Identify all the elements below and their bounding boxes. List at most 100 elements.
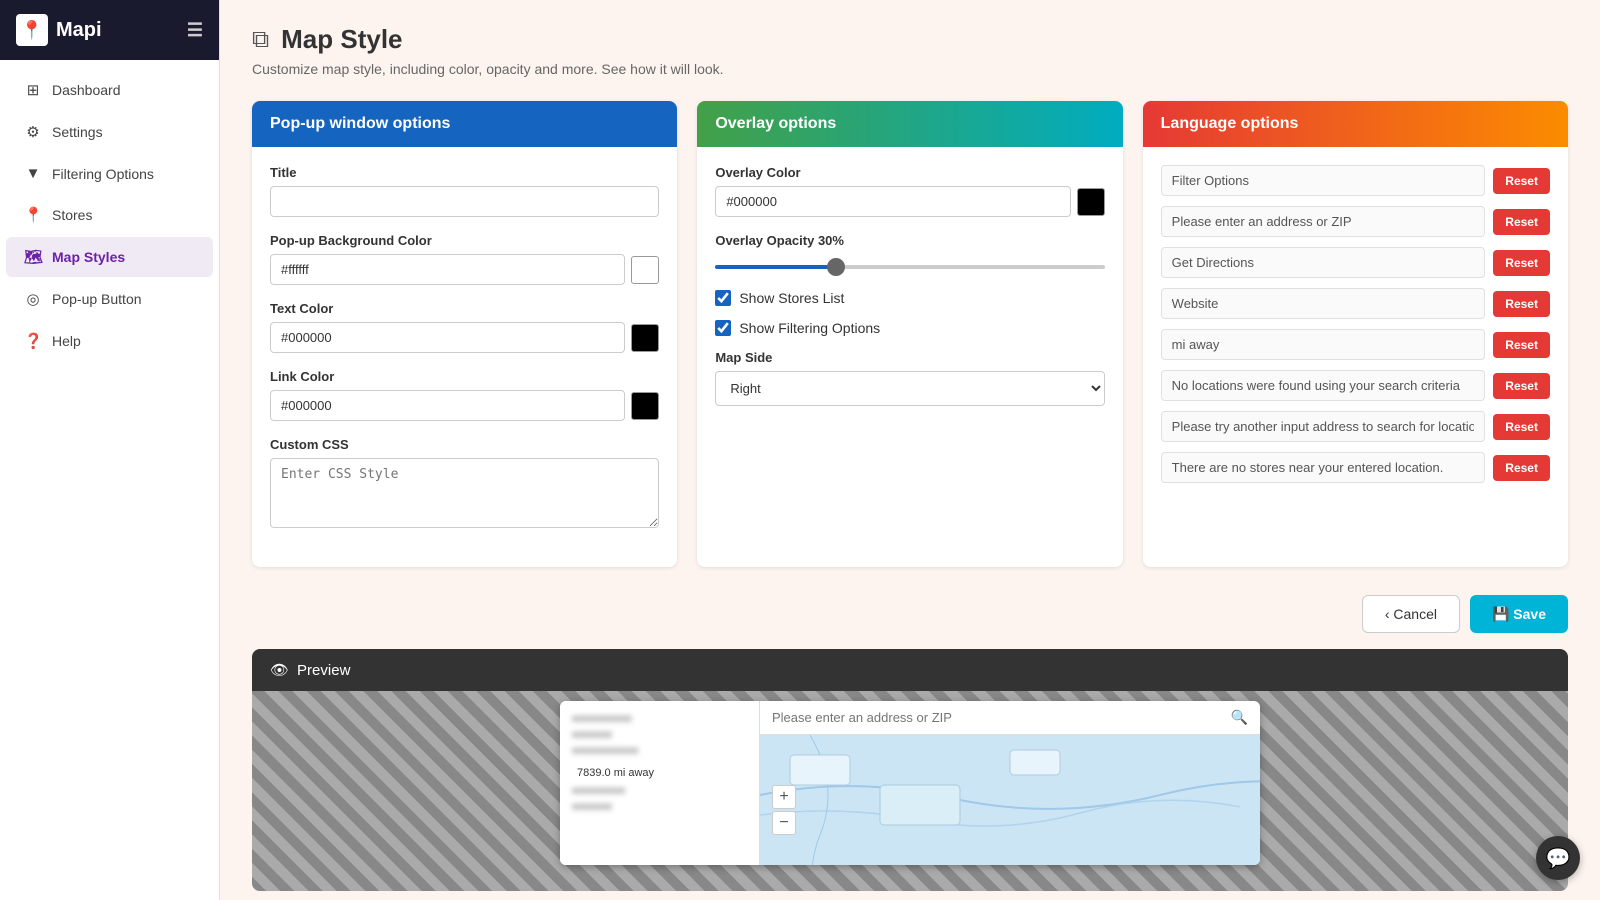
map-side-label: Map Side <box>715 350 1104 365</box>
map-styles-icon: 🗺 <box>24 248 42 266</box>
map-search-bar: 🔍 <box>760 701 1260 735</box>
help-icon: ❓ <box>24 332 42 350</box>
map-tiles-area: + − <box>760 735 1260 865</box>
text-color-field-group: Text Color <box>270 301 659 353</box>
lang-input-filter-options[interactable] <box>1161 165 1486 196</box>
chat-bubble[interactable]: 💬 <box>1536 836 1580 880</box>
reset-button-get-directions[interactable]: Reset <box>1493 250 1550 276</box>
overlay-color-label: Overlay Color <box>715 165 1104 180</box>
lang-input-try-another[interactable] <box>1161 411 1486 442</box>
sidebar-item-popup-button[interactable]: ◎ Pop-up Button <box>6 279 213 319</box>
sidebar-item-label: Dashboard <box>52 82 121 98</box>
text-color-label: Text Color <box>270 301 659 316</box>
save-button[interactable]: 💾 Save <box>1470 595 1568 633</box>
popup-button-icon: ◎ <box>24 290 42 308</box>
overlay-color-field-group: Overlay Color <box>715 165 1104 217</box>
logo-icon: 📍 <box>16 14 48 46</box>
map-side-field-group: Map Side Left Right <box>715 350 1104 406</box>
cards-row: Pop-up window options Title Pop-up Backg… <box>220 89 1600 583</box>
sidebar-item-dashboard[interactable]: ⊞ Dashboard <box>6 70 213 110</box>
show-stores-list-row: Show Stores List <box>715 290 1104 306</box>
opacity-slider[interactable] <box>715 265 1104 269</box>
reset-button-website[interactable]: Reset <box>1493 291 1550 317</box>
popup-window-card: Pop-up window options Title Pop-up Backg… <box>252 101 677 567</box>
reset-button-mi-away[interactable]: Reset <box>1493 332 1550 358</box>
preview-body: ■■■■■■■■■ ■■■■■■ ■■■■■■■■■■ 7839.0 mi aw… <box>252 691 1568 891</box>
title-field-group: Title <box>270 165 659 217</box>
show-stores-list-checkbox[interactable] <box>715 290 731 306</box>
sidebar-item-filtering-options[interactable]: ▼ Filtering Options <box>6 154 213 193</box>
map-distance: 7839.0 mi away <box>572 765 747 781</box>
map-svg <box>760 735 1260 865</box>
bg-color-input[interactable] <box>270 254 625 285</box>
zoom-out-button[interactable]: − <box>772 811 796 835</box>
sidebar-nav: ⊞ Dashboard ⚙ Settings ▼ Filtering Optio… <box>0 60 219 900</box>
store-item-2: ■■■■■■ <box>572 729 747 741</box>
preview-title: Preview <box>297 662 350 679</box>
bg-color-field-group: Pop-up Background Color <box>270 233 659 285</box>
opacity-label: Overlay Opacity 30% <box>715 233 1104 248</box>
popup-window-card-title: Pop-up window options <box>270 115 450 132</box>
link-color-label: Link Color <box>270 369 659 384</box>
lang-row-enter-address: Reset <box>1161 206 1550 237</box>
lang-row-mi-away: Reset <box>1161 329 1550 360</box>
lang-input-no-locations[interactable] <box>1161 370 1486 401</box>
lang-input-no-stores-near[interactable] <box>1161 452 1486 483</box>
lang-input-website[interactable] <box>1161 288 1486 319</box>
map-side-select[interactable]: Left Right <box>715 371 1104 406</box>
custom-css-label: Custom CSS <box>270 437 659 452</box>
lang-input-get-directions[interactable] <box>1161 247 1486 278</box>
show-filtering-options-label: Show Filtering Options <box>739 320 880 336</box>
hamburger-menu[interactable]: ☰ <box>187 20 203 41</box>
reset-button-try-another[interactable]: Reset <box>1493 414 1550 440</box>
sidebar-item-settings[interactable]: ⚙ Settings <box>6 112 213 152</box>
preview-eye-icon: 👁 <box>270 661 289 679</box>
bg-color-swatch[interactable] <box>631 256 659 284</box>
lang-input-mi-away[interactable] <box>1161 329 1486 360</box>
map-store-sidebar: ■■■■■■■■■ ■■■■■■ ■■■■■■■■■■ 7839.0 mi aw… <box>560 701 760 865</box>
popup-window-card-body: Title Pop-up Background Color Text Color <box>252 147 677 567</box>
opacity-field-group: Overlay Opacity 30% <box>715 233 1104 274</box>
link-color-swatch[interactable] <box>631 392 659 420</box>
zoom-in-button[interactable]: + <box>772 785 796 809</box>
settings-icon: ⚙ <box>24 123 42 141</box>
custom-css-textarea[interactable] <box>270 458 659 528</box>
popup-window-card-header: Pop-up window options <box>252 101 677 147</box>
store-item-4: ■■■■■■■■ <box>572 785 747 797</box>
text-color-swatch[interactable] <box>631 324 659 352</box>
show-filtering-options-checkbox[interactable] <box>715 320 731 336</box>
title-input[interactable] <box>270 186 659 217</box>
chat-icon: 💬 <box>1546 846 1571 871</box>
overlay-color-input[interactable] <box>715 186 1070 217</box>
map-overlay-panel: ■■■■■■■■■ ■■■■■■ ■■■■■■■■■■ 7839.0 mi aw… <box>560 701 1260 865</box>
page-subtitle: Customize map style, including color, op… <box>252 61 1568 77</box>
preview-section: 👁 Preview ■■■■■■■■■ ■■■■■■ ■■■■■■■■■■ 78… <box>252 649 1568 891</box>
search-icon: 🔍 <box>1231 709 1248 726</box>
map-search-input[interactable] <box>772 710 1223 725</box>
overlay-options-card: Overlay options Overlay Color Overlay Op… <box>697 101 1122 567</box>
cancel-button[interactable]: ‹ Cancel <box>1362 595 1460 633</box>
app-logo[interactable]: 📍 Mapi ☰ <box>0 0 219 60</box>
sidebar-item-map-styles[interactable]: 🗺 Map Styles <box>6 237 213 277</box>
lang-row-website: Reset <box>1161 288 1550 319</box>
lang-input-enter-address[interactable] <box>1161 206 1486 237</box>
sidebar-item-label: Filtering Options <box>52 166 154 182</box>
lang-row-filter-options: Reset <box>1161 165 1550 196</box>
sidebar-item-label: Stores <box>52 207 92 223</box>
overlay-color-swatch[interactable] <box>1077 188 1105 216</box>
reset-button-filter-options[interactable]: Reset <box>1493 168 1550 194</box>
sidebar-item-help[interactable]: ❓ Help <box>6 321 213 361</box>
sidebar-item-stores[interactable]: 📍 Stores <box>6 195 213 235</box>
link-color-input[interactable] <box>270 390 625 421</box>
store-item-3: ■■■■■■■■■■ <box>572 745 747 757</box>
sidebar-item-label: Help <box>52 333 81 349</box>
reset-button-no-stores-near[interactable]: Reset <box>1493 455 1550 481</box>
sidebar-item-label: Map Styles <box>52 249 125 265</box>
map-search-panel: 🔍 <box>760 701 1260 865</box>
show-stores-list-label: Show Stores List <box>739 290 844 306</box>
reset-button-no-locations[interactable]: Reset <box>1493 373 1550 399</box>
page-title: Map Style <box>281 24 402 55</box>
reset-button-enter-address[interactable]: Reset <box>1493 209 1550 235</box>
text-color-input[interactable] <box>270 322 625 353</box>
stores-icon: 📍 <box>24 206 42 224</box>
